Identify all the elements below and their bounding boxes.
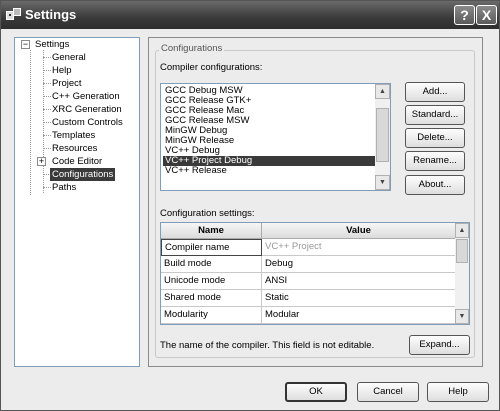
title-bar[interactable]: Settings ? X	[1, 1, 499, 29]
tree-item-general[interactable]: General	[50, 51, 88, 64]
table-cell-value[interactable]: Static	[262, 290, 456, 307]
tree-item-label: Help	[52, 65, 72, 76]
tree-item-label: Resources	[52, 143, 98, 154]
grid-scrollbar[interactable]: ▲ ▼	[455, 223, 469, 324]
compiler-configurations-label: Compiler configurations:	[160, 62, 263, 73]
tree-item-label: C++ Generation	[52, 91, 120, 102]
compiler-configurations-list[interactable]: GCC Debug MSW GCC Release GTK+ GCC Relea…	[160, 83, 391, 191]
table-cell-name[interactable]: Shared mode	[161, 290, 262, 307]
tree-item-label: Configurations	[50, 168, 116, 181]
list-item[interactable]: VC++ Release	[163, 166, 377, 176]
settings-tree[interactable]: − Settings General Help Project C++ Gene…	[14, 37, 140, 367]
group-title: Configurations	[159, 43, 225, 54]
tree-item-paths[interactable]: Paths	[50, 181, 78, 194]
tree-item-label: Paths	[52, 182, 77, 193]
tree-item-label: General	[52, 52, 86, 63]
add-button[interactable]: Add...	[405, 82, 465, 102]
tree-item-label: XRC Generation	[52, 104, 122, 115]
tree-item-help[interactable]: Help	[50, 64, 74, 77]
app-icon	[6, 8, 21, 20]
close-icon: X	[481, 7, 492, 23]
ok-button[interactable]: OK	[285, 382, 347, 402]
tree-item-code-editor[interactable]: Code Editor	[50, 155, 104, 168]
tree-item-xrc-generation[interactable]: XRC Generation	[50, 103, 124, 116]
table-cell-value[interactable]: ANSI	[262, 273, 456, 290]
tree-item-label: Templates	[52, 130, 96, 141]
window-title: Settings	[25, 7, 77, 22]
scroll-down-icon[interactable]: ▼	[375, 175, 390, 190]
list-scrollbar[interactable]: ▲ ▼	[375, 84, 390, 190]
scroll-thumb[interactable]	[456, 239, 468, 263]
tree-item-templates[interactable]: Templates	[50, 129, 97, 142]
table-cell-value[interactable]: Modular	[262, 307, 456, 324]
tree-item-label: Custom Controls	[52, 117, 123, 128]
tree-collapse-icon[interactable]: −	[21, 40, 30, 49]
tree-item-settings[interactable]: Settings	[33, 38, 71, 51]
scroll-up-icon[interactable]: ▲	[375, 84, 390, 99]
tree-item-configurations[interactable]: Configurations	[50, 168, 116, 181]
tree-item-resources[interactable]: Resources	[50, 142, 99, 155]
tree-item-project[interactable]: Project	[50, 77, 84, 90]
table-cell-name[interactable]: Modularity	[161, 307, 262, 324]
tree-expand-icon[interactable]: +	[37, 157, 46, 166]
configuration-settings-grid[interactable]: Name Value Compiler name VC++ Project Bu…	[160, 222, 470, 325]
column-header-name: Name	[161, 223, 262, 239]
tree-guide-line	[30, 50, 31, 195]
table-cell-name[interactable]: Compiler name	[161, 239, 262, 256]
table-cell-name[interactable]: Unicode mode	[161, 273, 262, 290]
tree-item-cpp-generation[interactable]: C++ Generation	[50, 90, 122, 103]
standard-button[interactable]: Standard...	[405, 105, 465, 125]
question-icon: ?	[460, 7, 469, 23]
settings-window: Settings ? X − Settings General Help Pro…	[0, 0, 500, 411]
configuration-settings-label: Configuration settings:	[160, 208, 255, 219]
table-cell-value[interactable]: Debug	[262, 256, 456, 273]
cancel-button[interactable]: Cancel	[357, 382, 419, 402]
expand-button[interactable]: Expand...	[409, 335, 470, 355]
title-help-button[interactable]: ?	[454, 5, 475, 25]
table-cell-value: VC++ Project	[262, 239, 456, 256]
tree-item-label: Code Editor	[52, 156, 103, 167]
scroll-thumb[interactable]	[376, 108, 389, 162]
rename-button[interactable]: Rename...	[405, 151, 465, 171]
scroll-down-icon[interactable]: ▼	[455, 309, 469, 324]
title-close-button[interactable]: X	[476, 5, 497, 25]
about-button[interactable]: About...	[405, 175, 465, 195]
delete-button[interactable]: Delete...	[405, 128, 465, 148]
column-header-value: Value	[262, 223, 456, 239]
tree-item-label: Settings	[35, 39, 70, 50]
table-cell-name[interactable]: Build mode	[161, 256, 262, 273]
help-button[interactable]: Help	[427, 382, 489, 402]
tree-item-label: Project	[52, 78, 82, 89]
field-help-text: The name of the compiler. This field is …	[160, 340, 375, 351]
tree-item-custom-controls[interactable]: Custom Controls	[50, 116, 125, 129]
scroll-up-icon[interactable]: ▲	[455, 223, 469, 238]
